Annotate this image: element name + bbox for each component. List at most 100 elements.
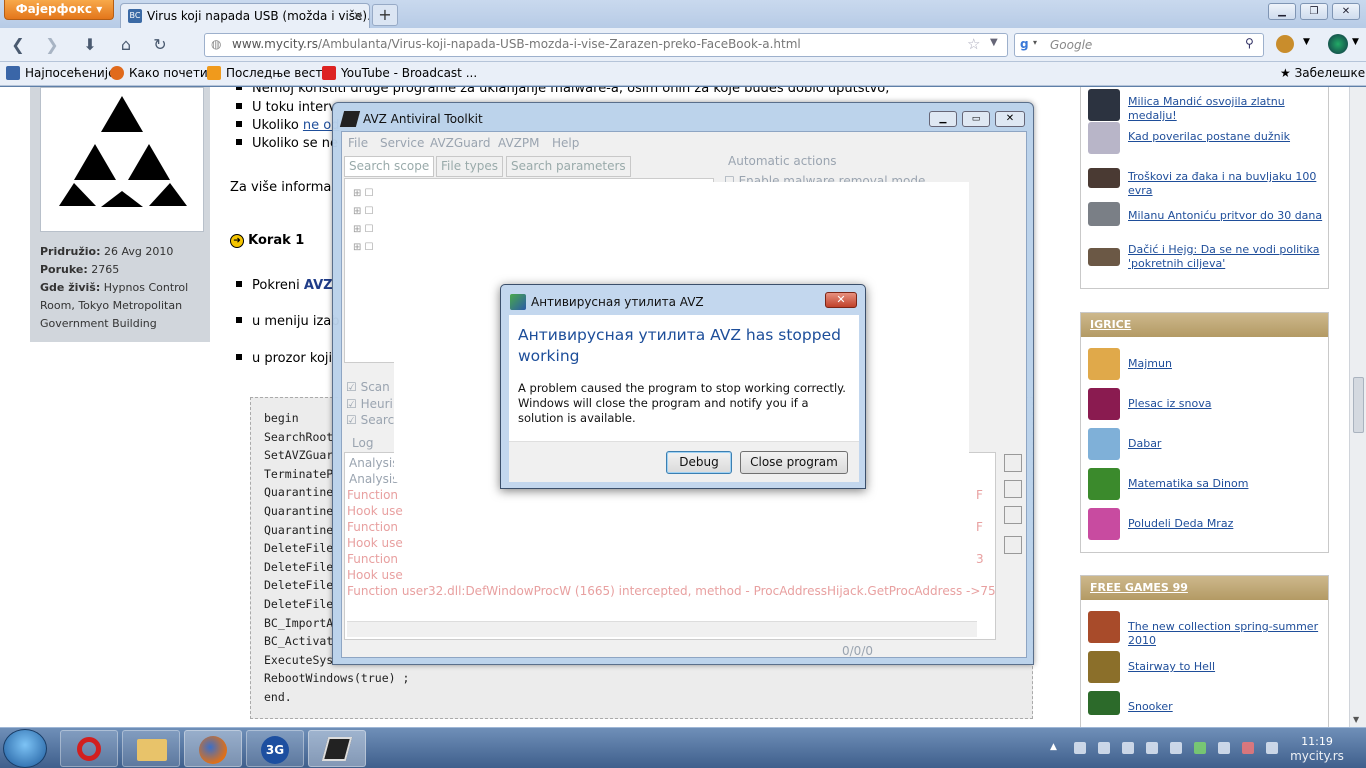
avz-menu-service[interactable]: Service	[380, 136, 424, 150]
avz-settings-icon[interactable]	[1004, 536, 1022, 554]
game-item[interactable]: Matematika sa Dinom	[1088, 468, 1323, 502]
restore-icon[interactable]: ❐	[1300, 3, 1328, 20]
game-link[interactable]: Stairway to Hell	[1128, 660, 1215, 674]
avz-tab-search-scope[interactable]: Search scope	[344, 156, 435, 177]
tray-expand-icon[interactable]: ▲	[1050, 742, 1057, 752]
page-scrollbar[interactable]: ▼	[1349, 87, 1366, 727]
user-panel: Pridružio: 26 Avg 2010 Poruke: 2765 Gde …	[30, 87, 210, 342]
close-window-icon[interactable]: ✕	[1332, 3, 1360, 20]
taskbar-firefox[interactable]	[184, 730, 242, 767]
home-icon[interactable]: ⌂	[114, 34, 138, 56]
bookmarks-menu[interactable]: ★ Забелешке	[1280, 66, 1365, 80]
new-tab-button[interactable]: +	[372, 4, 398, 26]
url-dropdown-icon[interactable]: ▼	[990, 37, 998, 48]
reload-icon[interactable]: ↻	[148, 34, 172, 56]
taskbar-avz[interactable]	[308, 730, 366, 767]
game-item[interactable]: Snooker	[1088, 691, 1323, 725]
dialog-close-icon[interactable]: ✕	[825, 292, 857, 308]
news-item[interactable]: Milica Mandić osvojila zlatnu medalju!	[1088, 89, 1323, 123]
tray-usb-icon[interactable]	[1074, 742, 1086, 754]
avz-maximize-icon[interactable]: ▭	[962, 111, 990, 127]
avz-menu-avzguard[interactable]: AVZGuard	[430, 136, 490, 150]
avz-glasses-icon[interactable]	[1004, 480, 1022, 498]
game-item[interactable]: Majmun	[1088, 348, 1323, 382]
search-bar[interactable]: g ▾ Google ⚲	[1014, 33, 1264, 57]
freegames-title[interactable]: FREE GAMES 99	[1081, 576, 1328, 600]
game-link[interactable]: The new collection spring-summer 2010	[1128, 620, 1323, 648]
avz-menu-avzpm[interactable]: AVZPM	[498, 136, 539, 150]
tab-active[interactable]: BC Virus koji napada USB (možda i više).…	[120, 3, 370, 28]
news-link[interactable]: Milanu Antoniću pritvor do 30 dana	[1128, 209, 1322, 223]
engine-dropdown-icon[interactable]: ▾	[1033, 38, 1037, 47]
addon-icon[interactable]	[1276, 35, 1294, 53]
avz-heuristic-check[interactable]: ☑ Heuri	[346, 397, 393, 411]
close-program-button[interactable]: Close program	[740, 451, 848, 474]
news-link[interactable]: Milica Mandić osvojila zlatnu medalju!	[1128, 95, 1323, 123]
avz-log-hscrollbar[interactable]	[347, 621, 977, 637]
avz-save-icon[interactable]	[1004, 454, 1022, 472]
bookmark-star-icon[interactable]: ☆	[967, 35, 980, 53]
url-bar[interactable]: ◍ www.mycity.rs/Ambulanta/Virus-koji-nap…	[204, 33, 1008, 57]
avz-minimize-icon[interactable]: ▁	[929, 111, 957, 127]
clock[interactable]: 11:19 mycity.rs	[1286, 735, 1348, 763]
game-item[interactable]: Plesac iz snova	[1088, 388, 1323, 422]
forward-icon[interactable]: ❯	[40, 34, 64, 56]
avz-tab-search-parameters[interactable]: Search parameters	[506, 156, 631, 177]
news-item[interactable]: Milanu Antoniću pritvor do 30 dana	[1088, 202, 1323, 236]
tab-close-icon[interactable]: ✕	[353, 4, 363, 28]
taskbar-explorer[interactable]	[122, 730, 180, 767]
game-item[interactable]: Poludeli Deda Mraz	[1088, 508, 1323, 542]
game-link[interactable]: Plesac iz snova	[1128, 397, 1211, 411]
avz-document-icon[interactable]	[1004, 506, 1022, 524]
avz-link[interactable]: AVZ	[304, 278, 333, 293]
taskbar-3g[interactable]: 3G	[246, 730, 304, 767]
game-link[interactable]: Snooker	[1128, 700, 1173, 714]
tray-network-icon[interactable]	[1098, 742, 1110, 754]
back-icon[interactable]: ❮	[6, 34, 30, 56]
game-item[interactable]: Dabar	[1088, 428, 1323, 462]
igrice-title[interactable]: IGRICE	[1081, 313, 1328, 337]
bookmark-folder-icon	[6, 66, 20, 80]
news-item[interactable]: Kad poverilac postane dužnik	[1088, 122, 1323, 156]
game-link[interactable]: Poludeli Deda Mraz	[1128, 517, 1233, 531]
tray-sync-icon[interactable]	[1122, 742, 1134, 754]
minimize-icon[interactable]: ▁	[1268, 3, 1296, 20]
game-item[interactable]: Stairway to Hell	[1088, 651, 1323, 685]
avz-search-check[interactable]: ☑ Searc	[346, 413, 394, 427]
bookmark-youtube[interactable]: YouTube - Broadcast ...	[322, 66, 477, 80]
news-link[interactable]: Dačić i Hejg: Da se ne vodi politika 'po…	[1128, 243, 1323, 271]
taskbar-opera[interactable]	[60, 730, 118, 767]
game-item[interactable]: The new collection spring-summer 2010	[1088, 611, 1323, 648]
game-link[interactable]: Majmun	[1128, 357, 1172, 371]
debug-button[interactable]: Debug	[666, 451, 732, 474]
search-icon[interactable]: ⚲	[1245, 36, 1254, 50]
tray-display-icon[interactable]	[1218, 742, 1230, 754]
news-link[interactable]: Troškovi za đaka i na buvljaku 100 evra	[1128, 170, 1323, 198]
tray-flag-icon[interactable]	[1170, 742, 1182, 754]
game-link[interactable]: Dabar	[1128, 437, 1161, 451]
news-item[interactable]: Dačić i Hejg: Da se ne vodi politika 'po…	[1088, 240, 1323, 274]
tray-volume-icon[interactable]	[1266, 742, 1278, 754]
bookmark-latest-news[interactable]: Последње вести	[207, 66, 330, 80]
avz-close-icon[interactable]: ✕	[995, 111, 1025, 127]
avz-scan-check[interactable]: ☑ Scan	[346, 380, 390, 394]
scroll-down-icon[interactable]: ▼	[1353, 715, 1359, 724]
bookmark-most-visited[interactable]: Најпосећеније	[6, 66, 115, 80]
game-link[interactable]: Matematika sa Dinom	[1128, 477, 1248, 491]
avz-menu-help[interactable]: Help	[552, 136, 579, 150]
scrollbar-thumb[interactable]	[1353, 377, 1364, 433]
addon-dropdown-icon[interactable]: ▼	[1303, 37, 1310, 47]
avz-menu-file[interactable]: File	[348, 136, 368, 150]
tray-battery-icon[interactable]	[1194, 742, 1206, 754]
menu-dropdown-icon[interactable]: ▼	[1352, 37, 1359, 47]
firefox-menu-button[interactable]: Фајерфокс ▾	[4, 0, 114, 20]
tray-mute-icon[interactable]	[1242, 742, 1254, 754]
tray-help-icon[interactable]	[1146, 742, 1158, 754]
news-link[interactable]: Kad poverilac postane dužnik	[1128, 130, 1290, 144]
windows-start-icon[interactable]	[3, 729, 47, 768]
bookmark-getting-started[interactable]: Како почети	[110, 66, 208, 80]
download-icon[interactable]: ⬇	[78, 34, 102, 56]
news-item[interactable]: Troškovi za đaka i na buvljaku 100 evra	[1088, 164, 1323, 198]
chrome-extension-icon[interactable]	[1328, 34, 1348, 54]
avz-tab-file-types[interactable]: File types	[436, 156, 503, 177]
